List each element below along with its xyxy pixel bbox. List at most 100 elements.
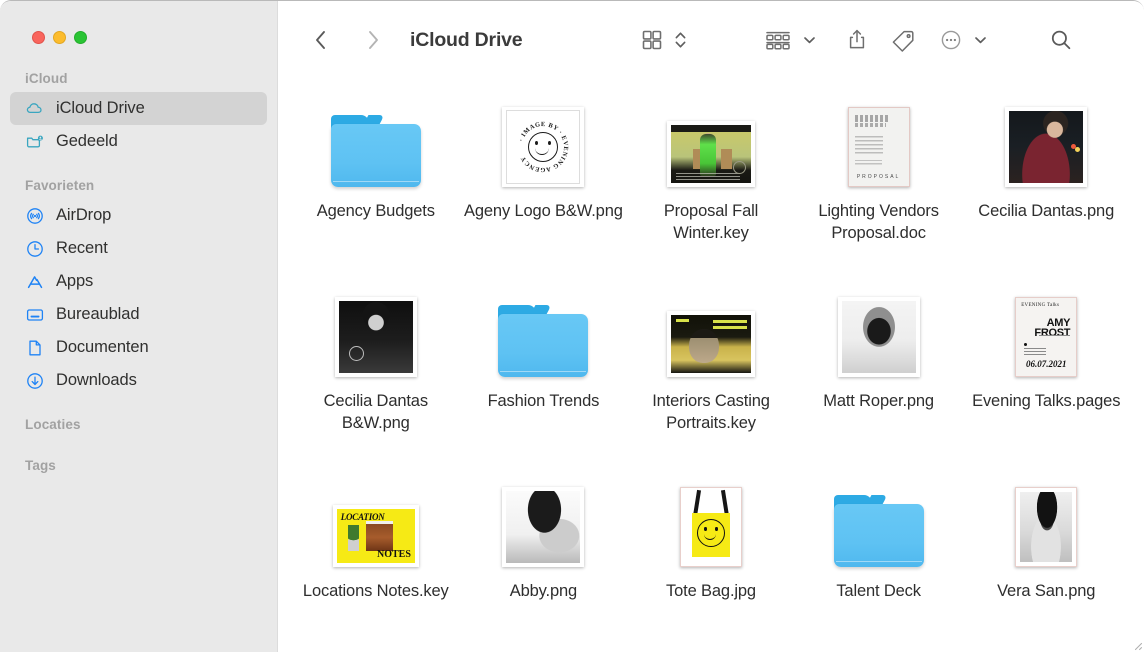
- sidebar-section-tags: Tags: [0, 458, 277, 479]
- sidebar-header-locaties: Locaties: [0, 417, 277, 438]
- sidebar-item-label: Bureaublad: [56, 305, 139, 324]
- more-actions-button[interactable]: [939, 23, 963, 57]
- search-button[interactable]: [1048, 23, 1074, 57]
- file-item[interactable]: LOCATION NOTES Locations Notes.key: [292, 465, 460, 652]
- locations-notes-thumbnail: LOCATION NOTES: [333, 475, 419, 567]
- folder-icon: [331, 95, 421, 187]
- finder-window: iCloud iCloud Drive: [0, 0, 1144, 652]
- cecilia-dantas-thumbnail: [1005, 95, 1087, 187]
- file-name: Locations Notes.key: [303, 580, 449, 602]
- file-item[interactable]: Proposal Fall Winter.key: [627, 85, 795, 275]
- sidebar-item-bureaublad[interactable]: Bureaublad: [10, 298, 267, 331]
- sidebar-item-recent[interactable]: Recent: [10, 232, 267, 265]
- sidebar-section-locaties: Locaties: [0, 417, 277, 438]
- file-name: Cecilia Dantas.png: [978, 200, 1114, 222]
- sidebar-item-label: Gedeeld: [56, 132, 118, 151]
- file-item[interactable]: Cecilia Dantas B&W.png: [292, 275, 460, 465]
- locations-title: LOCATION: [341, 512, 385, 522]
- group-by-group: [764, 23, 817, 57]
- interiors-casting-thumbnail: [667, 285, 755, 377]
- file-name: Proposal Fall Winter.key: [627, 200, 795, 244]
- file-item[interactable]: Vera San.png: [962, 465, 1130, 652]
- sidebar-item-label: Documenten: [56, 338, 149, 357]
- group-chevron-icon[interactable]: [802, 23, 817, 57]
- shared-folder-icon: [25, 132, 45, 152]
- share-button[interactable]: [845, 23, 869, 57]
- cloud-icon: [25, 99, 45, 119]
- file-item[interactable]: Agency Budgets: [292, 85, 460, 275]
- sidebar-header-tags: Tags: [0, 458, 277, 479]
- file-name: Agency Budgets: [317, 200, 435, 222]
- sidebar-item-downloads[interactable]: Downloads: [10, 364, 267, 397]
- evening-talks-date: 06.07.2021: [1016, 359, 1076, 369]
- cecilia-dantas-bw-thumbnail: [335, 285, 417, 377]
- view-options-button[interactable]: [673, 23, 688, 57]
- file-name: Matt Roper.png: [823, 390, 934, 412]
- proposal-label: PROPOSAL: [849, 174, 909, 180]
- file-item[interactable]: Talent Deck: [795, 465, 963, 652]
- evening-talks-masthead: EVENING Talks: [1021, 303, 1071, 308]
- agency-logo-thumbnail: · IMAGE BY · EVENING AGENCY: [502, 95, 584, 187]
- folder-icon: [498, 285, 588, 377]
- abby-thumbnail: [502, 475, 584, 567]
- lighting-vendors-proposal-thumbnail: PROPOSAL: [848, 95, 910, 187]
- file-name: Tote Bag.jpg: [666, 580, 756, 602]
- desktop-icon: [25, 305, 45, 325]
- sidebar-item-documenten[interactable]: Documenten: [10, 331, 267, 364]
- file-name: Interiors Casting Portraits.key: [627, 390, 795, 434]
- resize-handle[interactable]: [1129, 637, 1143, 651]
- file-item[interactable]: Cecilia Dantas.png: [962, 85, 1130, 275]
- maximize-button[interactable]: [74, 31, 87, 44]
- vera-san-thumbnail: [1015, 475, 1077, 567]
- forward-button[interactable]: [358, 25, 388, 55]
- file-name: Ageny Logo B&W.png: [464, 200, 623, 222]
- tote-bag-thumbnail: [680, 475, 742, 567]
- more-actions-group: [939, 23, 988, 57]
- sidebar-item-gedeeld[interactable]: Gedeeld: [10, 125, 267, 158]
- back-button[interactable]: [306, 25, 336, 55]
- more-chevron-icon[interactable]: [973, 23, 988, 57]
- sidebar: iCloud iCloud Drive: [0, 1, 278, 652]
- file-grid: Agency Budgets · IMAGE BY · EVENING AGEN…: [278, 79, 1144, 652]
- file-item[interactable]: Abby.png: [460, 465, 628, 652]
- sidebar-item-label: Downloads: [56, 371, 137, 390]
- proposal-fall-winter-thumbnail: [667, 95, 755, 187]
- sidebar-header-icloud: iCloud: [0, 71, 277, 92]
- file-item[interactable]: Tote Bag.jpg: [627, 465, 795, 652]
- file-item[interactable]: Interiors Casting Portraits.key: [627, 275, 795, 465]
- sidebar-item-airdrop[interactable]: AirDrop: [10, 199, 267, 232]
- apps-icon: [25, 272, 45, 292]
- file-item[interactable]: Matt Roper.png: [795, 275, 963, 465]
- sidebar-section-favorieten: Favorieten AirDrop: [0, 178, 277, 397]
- sidebar-item-label: AirDrop: [56, 206, 111, 225]
- file-name: Abby.png: [510, 580, 577, 602]
- window-controls: [0, 1, 277, 51]
- download-icon: [25, 371, 45, 391]
- close-button[interactable]: [32, 31, 45, 44]
- tag-button[interactable]: [891, 23, 917, 57]
- view-mode-group: [640, 23, 688, 57]
- file-name: Lighting Vendors Proposal.doc: [795, 200, 963, 244]
- sidebar-item-icloud-drive[interactable]: iCloud Drive: [10, 92, 267, 125]
- file-item[interactable]: EVENING Talks AMY FROST 06.07.2021 Eveni…: [962, 275, 1130, 465]
- file-item[interactable]: · IMAGE BY · EVENING AGENCY Ageny Logo B…: [460, 85, 628, 275]
- file-item[interactable]: PROPOSAL Lighting Vendors Proposal.doc: [795, 85, 963, 275]
- group-by-button[interactable]: [764, 23, 792, 57]
- file-name: Evening Talks.pages: [972, 390, 1120, 412]
- sidebar-section-icloud: iCloud iCloud Drive: [0, 71, 277, 158]
- matt-roper-thumbnail: [838, 285, 920, 377]
- page-title: iCloud Drive: [410, 29, 522, 52]
- file-name: Talent Deck: [836, 580, 921, 602]
- icon-view-button[interactable]: [640, 23, 664, 57]
- airdrop-icon: [25, 206, 45, 226]
- file-name: Fashion Trends: [488, 390, 600, 412]
- sidebar-item-label: Apps: [56, 272, 93, 291]
- sidebar-item-apps[interactable]: Apps: [10, 265, 267, 298]
- file-name: Vera San.png: [997, 580, 1095, 602]
- folder-icon: [834, 475, 924, 567]
- minimize-button[interactable]: [53, 31, 66, 44]
- sidebar-header-favorieten: Favorieten: [0, 178, 277, 199]
- clock-icon: [25, 239, 45, 259]
- evening-talks-thumbnail: EVENING Talks AMY FROST 06.07.2021: [1015, 285, 1077, 377]
- file-item[interactable]: Fashion Trends: [460, 275, 628, 465]
